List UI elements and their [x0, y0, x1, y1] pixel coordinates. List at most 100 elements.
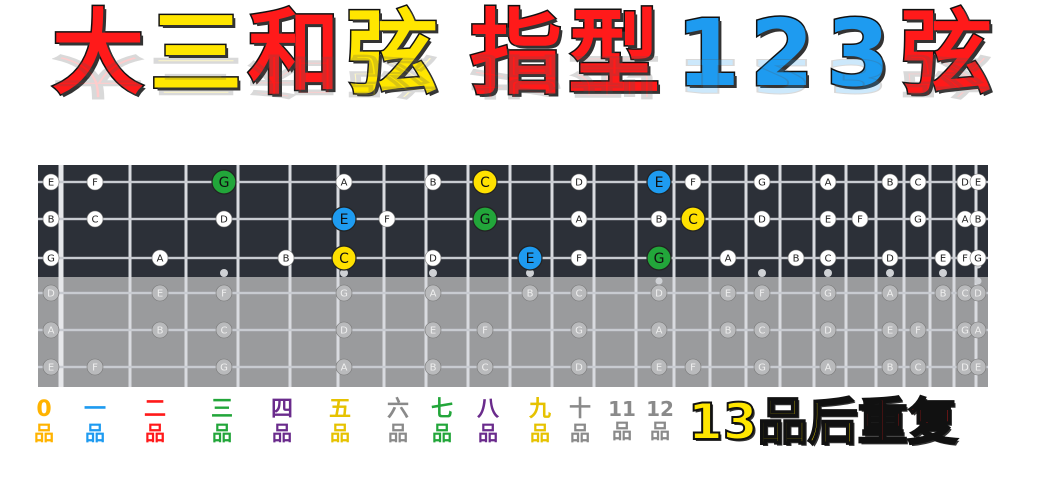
note-label: F	[962, 254, 968, 265]
note-label: G	[654, 251, 665, 267]
title-char-reflection: 三	[149, 48, 243, 103]
note-label: A	[341, 363, 348, 374]
note-label: B	[975, 215, 982, 226]
fret-label-unit: 品	[650, 419, 670, 443]
guitar-string	[38, 328, 988, 332]
fret-inlay-dot	[974, 277, 982, 285]
fret-line	[902, 165, 906, 387]
note-label: D	[758, 215, 766, 226]
note-label: D	[220, 215, 228, 226]
note-label: A	[341, 178, 348, 189]
note-label: B	[430, 363, 437, 374]
fret-label: 七品	[428, 399, 456, 444]
fret-label: 四品	[268, 397, 296, 444]
note-label: E	[48, 363, 54, 374]
note-label: G	[758, 363, 766, 374]
note-label: E	[887, 326, 893, 337]
title-char-reflection: 弦	[899, 48, 993, 103]
fret-line	[382, 165, 386, 387]
title-char-reflection: 3	[825, 48, 891, 103]
note-label: D	[575, 363, 583, 374]
fret-line	[708, 165, 712, 387]
note-label: D	[655, 289, 663, 300]
note-label: E	[940, 254, 946, 265]
note-label: D	[824, 326, 832, 337]
note-label: F	[576, 254, 582, 265]
note-label: F	[690, 363, 696, 374]
fret-inlay-dot	[824, 269, 832, 277]
fret-line	[128, 165, 132, 387]
fret-inlay-dot	[939, 269, 947, 277]
note-label: B	[430, 178, 437, 189]
fret-label-number: 四	[270, 397, 293, 422]
note-label: F	[92, 178, 98, 189]
note-label: F	[221, 289, 227, 300]
note-label: E	[975, 178, 981, 189]
note-label: D	[47, 289, 55, 300]
note-label: C	[339, 251, 349, 267]
note-label: B	[725, 326, 732, 337]
fret-label: 11 品	[608, 399, 636, 441]
fretboard: E F G A B C D E F G A B C D EB C D E F G A B C D E F G A BG A B C D E F G A B…	[38, 165, 988, 387]
fret-label-unit: 品	[330, 421, 350, 445]
fret-label-unit: 品	[478, 421, 498, 445]
fret-line	[672, 165, 676, 387]
fret-line	[424, 165, 428, 387]
fret-label-number: 0	[36, 397, 52, 422]
note-label: B	[527, 289, 534, 300]
note-label: F	[690, 178, 696, 189]
note-label: A	[430, 289, 437, 300]
note-label: G	[914, 215, 922, 226]
note-label: B	[887, 363, 894, 374]
fret-line	[336, 165, 340, 387]
note-label: C	[482, 363, 489, 374]
note-label: G	[974, 254, 982, 265]
note-label: D	[575, 178, 583, 189]
fret-label-unit: 品	[34, 421, 54, 445]
note-label: G	[961, 326, 969, 337]
note-label: A	[825, 363, 832, 374]
note-label: A	[962, 215, 969, 226]
note-label: D	[961, 363, 969, 374]
note-label: B	[793, 254, 800, 265]
fret-label: 二品	[141, 397, 169, 445]
fret-label-number: 12	[646, 397, 674, 421]
note-label: C	[759, 326, 766, 337]
note-label: A	[48, 326, 55, 337]
fret-line	[508, 165, 512, 387]
title-char-reflection: 和	[247, 48, 341, 103]
fret-label: 十品	[566, 399, 594, 444]
title-char-reflection: 弦	[345, 48, 439, 103]
note-label: C	[915, 363, 922, 374]
title-char-reflection: 2	[749, 48, 815, 103]
note-label: C	[825, 254, 832, 265]
title-char-reflection: 型	[567, 48, 661, 103]
note-label: F	[857, 215, 863, 226]
fret-line	[288, 165, 292, 387]
note-label: B	[48, 215, 55, 226]
repeat-note-part2: 重复	[857, 392, 959, 452]
fret-label-unit: 品	[388, 421, 408, 445]
fret-label: 六品	[384, 399, 412, 445]
note-label: F	[482, 326, 488, 337]
note-label: C	[688, 212, 698, 228]
fret-label-number: 二	[143, 397, 166, 422]
note-label: A	[825, 178, 832, 189]
note-label: F	[92, 363, 98, 374]
note-label: F	[384, 215, 390, 226]
note-label: E	[157, 289, 163, 300]
fret-label-number: 八	[476, 397, 499, 422]
fret-label-unit: 品	[85, 421, 105, 445]
note-label: C	[221, 326, 228, 337]
note-label: G	[47, 254, 55, 265]
guitar-string	[38, 365, 988, 369]
fret-inlay-dot	[655, 277, 663, 285]
note-label: D	[886, 254, 894, 265]
fret-line	[634, 165, 638, 387]
title-reflection-fade	[0, 100, 1038, 150]
fret-label-unit: 品	[145, 421, 165, 445]
fret-label-unit: 品	[612, 419, 632, 443]
fret-line	[778, 165, 782, 387]
title-char-reflection: 1	[675, 48, 741, 103]
note-label: G	[480, 212, 491, 228]
